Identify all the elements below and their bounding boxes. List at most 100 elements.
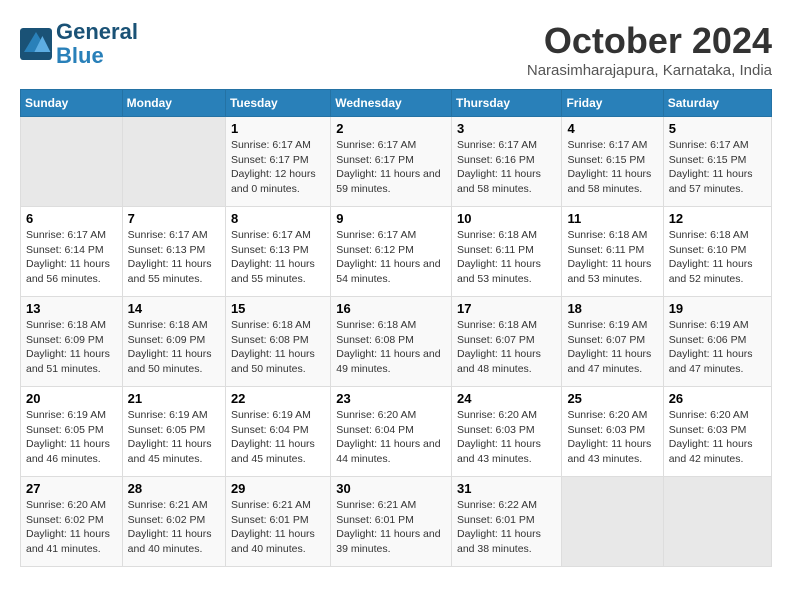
day-content: Sunrise: 6:21 AM Sunset: 6:02 PM Dayligh… xyxy=(128,498,220,557)
weekday-header: Monday xyxy=(122,90,225,117)
day-number: 9 xyxy=(336,211,446,226)
day-content: Sunrise: 6:18 AM Sunset: 6:08 PM Dayligh… xyxy=(231,318,325,377)
calendar-cell: 5 Sunrise: 6:17 AM Sunset: 6:15 PM Daylig… xyxy=(663,117,771,207)
logo-text-general: General xyxy=(56,20,138,44)
day-content: Sunrise: 6:20 AM Sunset: 6:03 PM Dayligh… xyxy=(669,408,766,467)
day-number: 8 xyxy=(231,211,325,226)
day-content: Sunrise: 6:19 AM Sunset: 6:05 PM Dayligh… xyxy=(26,408,117,467)
day-content: Sunrise: 6:20 AM Sunset: 6:03 PM Dayligh… xyxy=(567,408,657,467)
calendar-cell: 14 Sunrise: 6:18 AM Sunset: 6:09 PM Dayli… xyxy=(122,297,225,387)
calendar-cell: 23 Sunrise: 6:20 AM Sunset: 6:04 PM Dayli… xyxy=(331,387,452,477)
day-content: Sunrise: 6:17 AM Sunset: 6:16 PM Dayligh… xyxy=(457,138,556,197)
calendar-cell xyxy=(562,477,663,567)
calendar-cell: 4 Sunrise: 6:17 AM Sunset: 6:15 PM Daylig… xyxy=(562,117,663,207)
day-content: Sunrise: 6:18 AM Sunset: 6:11 PM Dayligh… xyxy=(567,228,657,287)
calendar-cell: 21 Sunrise: 6:19 AM Sunset: 6:05 PM Dayli… xyxy=(122,387,225,477)
day-content: Sunrise: 6:18 AM Sunset: 6:08 PM Dayligh… xyxy=(336,318,446,377)
day-number: 17 xyxy=(457,301,556,316)
weekday-header: Friday xyxy=(562,90,663,117)
day-content: Sunrise: 6:17 AM Sunset: 6:15 PM Dayligh… xyxy=(669,138,766,197)
calendar-cell: 26 Sunrise: 6:20 AM Sunset: 6:03 PM Dayli… xyxy=(663,387,771,477)
calendar-cell xyxy=(21,117,123,207)
page-header: General Blue October 2024 Narasimharajap… xyxy=(20,20,772,79)
day-content: Sunrise: 6:19 AM Sunset: 6:07 PM Dayligh… xyxy=(567,318,657,377)
day-content: Sunrise: 6:20 AM Sunset: 6:02 PM Dayligh… xyxy=(26,498,117,557)
day-number: 13 xyxy=(26,301,117,316)
day-number: 7 xyxy=(128,211,220,226)
day-number: 26 xyxy=(669,391,766,406)
logo-icon xyxy=(20,28,52,60)
day-number: 10 xyxy=(457,211,556,226)
day-number: 16 xyxy=(336,301,446,316)
week-row: 1 Sunrise: 6:17 AM Sunset: 6:17 PM Daylig… xyxy=(21,117,772,207)
calendar-cell xyxy=(663,477,771,567)
calendar-cell: 17 Sunrise: 6:18 AM Sunset: 6:07 PM Dayli… xyxy=(452,297,562,387)
day-number: 19 xyxy=(669,301,766,316)
calendar-cell: 1 Sunrise: 6:17 AM Sunset: 6:17 PM Daylig… xyxy=(225,117,330,207)
logo-text-blue: Blue xyxy=(56,44,138,68)
day-number: 12 xyxy=(669,211,766,226)
calendar-cell: 25 Sunrise: 6:20 AM Sunset: 6:03 PM Dayli… xyxy=(562,387,663,477)
calendar-cell: 19 Sunrise: 6:19 AM Sunset: 6:06 PM Dayli… xyxy=(663,297,771,387)
day-content: Sunrise: 6:18 AM Sunset: 6:10 PM Dayligh… xyxy=(669,228,766,287)
day-content: Sunrise: 6:20 AM Sunset: 6:04 PM Dayligh… xyxy=(336,408,446,467)
month-title: October 2024 xyxy=(527,20,772,62)
calendar-cell: 6Sunrise: 6:17 AM Sunset: 6:14 PM Daylig… xyxy=(21,207,123,297)
calendar-table: SundayMondayTuesdayWednesdayThursdayFrid… xyxy=(20,89,772,567)
calendar-cell: 10 Sunrise: 6:18 AM Sunset: 6:11 PM Dayli… xyxy=(452,207,562,297)
calendar-cell: 16 Sunrise: 6:18 AM Sunset: 6:08 PM Dayli… xyxy=(331,297,452,387)
day-number: 1 xyxy=(231,121,325,136)
calendar-cell: 31Sunrise: 6:22 AM Sunset: 6:01 PM Dayli… xyxy=(452,477,562,567)
day-content: Sunrise: 6:19 AM Sunset: 6:06 PM Dayligh… xyxy=(669,318,766,377)
day-content: Sunrise: 6:21 AM Sunset: 6:01 PM Dayligh… xyxy=(336,498,446,557)
week-row: 27Sunrise: 6:20 AM Sunset: 6:02 PM Dayli… xyxy=(21,477,772,567)
day-content: Sunrise: 6:18 AM Sunset: 6:11 PM Dayligh… xyxy=(457,228,556,287)
day-number: 28 xyxy=(128,481,220,496)
day-number: 4 xyxy=(567,121,657,136)
day-content: Sunrise: 6:18 AM Sunset: 6:09 PM Dayligh… xyxy=(128,318,220,377)
day-content: Sunrise: 6:17 AM Sunset: 6:17 PM Dayligh… xyxy=(231,138,325,197)
day-number: 3 xyxy=(457,121,556,136)
calendar-cell: 15 Sunrise: 6:18 AM Sunset: 6:08 PM Dayli… xyxy=(225,297,330,387)
calendar-cell: 22Sunrise: 6:19 AM Sunset: 6:04 PM Dayli… xyxy=(225,387,330,477)
day-number: 14 xyxy=(128,301,220,316)
day-number: 23 xyxy=(336,391,446,406)
week-row: 20 Sunrise: 6:19 AM Sunset: 6:05 PM Dayli… xyxy=(21,387,772,477)
day-content: Sunrise: 6:20 AM Sunset: 6:03 PM Dayligh… xyxy=(457,408,556,467)
day-number: 15 xyxy=(231,301,325,316)
calendar-cell: 11Sunrise: 6:18 AM Sunset: 6:11 PM Dayli… xyxy=(562,207,663,297)
title-section: October 2024 Narasimharajapura, Karnatak… xyxy=(527,20,772,79)
day-content: Sunrise: 6:17 AM Sunset: 6:15 PM Dayligh… xyxy=(567,138,657,197)
calendar-cell: 8 Sunrise: 6:17 AM Sunset: 6:13 PM Daylig… xyxy=(225,207,330,297)
weekday-header: Thursday xyxy=(452,90,562,117)
calendar-cell: 2 Sunrise: 6:17 AM Sunset: 6:17 PM Daylig… xyxy=(331,117,452,207)
day-number: 21 xyxy=(128,391,220,406)
day-content: Sunrise: 6:21 AM Sunset: 6:01 PM Dayligh… xyxy=(231,498,325,557)
day-number: 22 xyxy=(231,391,325,406)
calendar-cell: 28 Sunrise: 6:21 AM Sunset: 6:02 PM Dayli… xyxy=(122,477,225,567)
calendar-cell: 30 Sunrise: 6:21 AM Sunset: 6:01 PM Dayli… xyxy=(331,477,452,567)
calendar-cell: 7Sunrise: 6:17 AM Sunset: 6:13 PM Daylig… xyxy=(122,207,225,297)
day-number: 30 xyxy=(336,481,446,496)
day-content: Sunrise: 6:18 AM Sunset: 6:09 PM Dayligh… xyxy=(26,318,117,377)
day-number: 5 xyxy=(669,121,766,136)
day-content: Sunrise: 6:18 AM Sunset: 6:07 PM Dayligh… xyxy=(457,318,556,377)
day-content: Sunrise: 6:22 AM Sunset: 6:01 PM Dayligh… xyxy=(457,498,556,557)
day-number: 20 xyxy=(26,391,117,406)
day-content: Sunrise: 6:17 AM Sunset: 6:12 PM Dayligh… xyxy=(336,228,446,287)
location: Narasimharajapura, Karnataka, India xyxy=(527,62,772,79)
day-number: 2 xyxy=(336,121,446,136)
day-content: Sunrise: 6:19 AM Sunset: 6:05 PM Dayligh… xyxy=(128,408,220,467)
weekday-header: Saturday xyxy=(663,90,771,117)
calendar-cell: 27Sunrise: 6:20 AM Sunset: 6:02 PM Dayli… xyxy=(21,477,123,567)
day-number: 25 xyxy=(567,391,657,406)
day-content: Sunrise: 6:17 AM Sunset: 6:13 PM Dayligh… xyxy=(231,228,325,287)
day-content: Sunrise: 6:17 AM Sunset: 6:17 PM Dayligh… xyxy=(336,138,446,197)
week-row: 6Sunrise: 6:17 AM Sunset: 6:14 PM Daylig… xyxy=(21,207,772,297)
calendar-cell xyxy=(122,117,225,207)
day-number: 18 xyxy=(567,301,657,316)
weekday-header: Tuesday xyxy=(225,90,330,117)
day-number: 29 xyxy=(231,481,325,496)
calendar-cell: 12 Sunrise: 6:18 AM Sunset: 6:10 PM Dayli… xyxy=(663,207,771,297)
weekday-header: Wednesday xyxy=(331,90,452,117)
